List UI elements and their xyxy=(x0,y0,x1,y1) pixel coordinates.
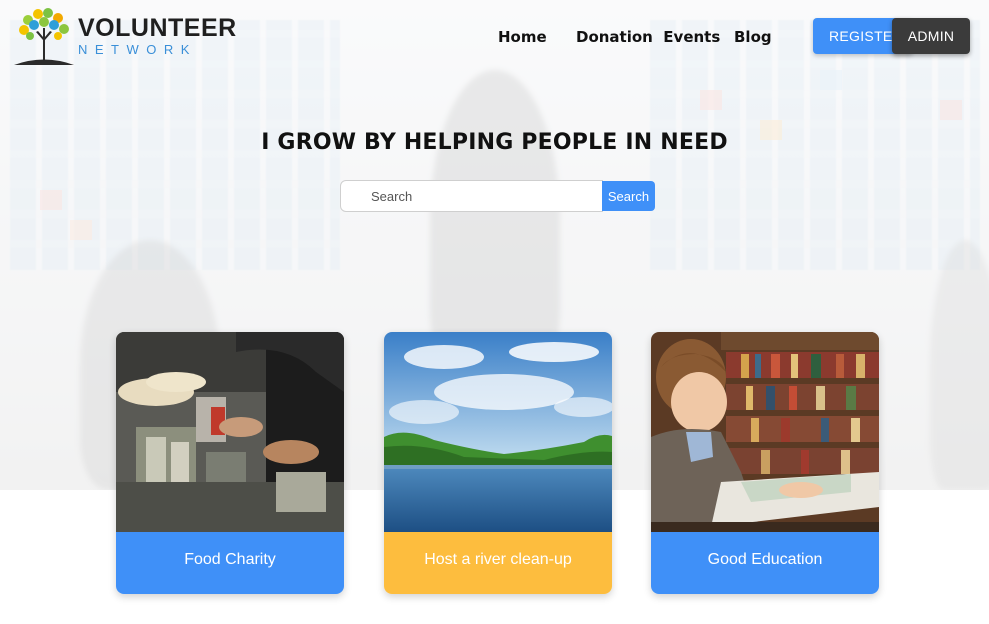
search-button[interactable]: Search xyxy=(602,181,655,211)
card-title: Food Charity xyxy=(116,532,344,594)
card-title: Good Education xyxy=(651,532,879,594)
card-food-charity[interactable]: Food Charity xyxy=(116,332,344,594)
tree-icon xyxy=(14,8,74,65)
brand-logo[interactable]: VOLUNTEER NETWORK xyxy=(14,6,236,66)
brand-tagline: NETWORK xyxy=(78,42,197,57)
boy-reading-image xyxy=(651,332,879,532)
nav-donation-events-link[interactable]: Donation Events xyxy=(576,28,720,46)
nav-home-link[interactable]: Home xyxy=(498,28,547,46)
brand-name: VOLUNTEER xyxy=(78,14,237,42)
food-charity-image xyxy=(116,332,344,532)
search-bar: Search xyxy=(340,180,655,212)
hero-headline: I GROW BY HELPING PEOPLE IN NEED xyxy=(261,130,728,155)
card-title: Host a river clean-up xyxy=(384,532,612,594)
nav-blog-link[interactable]: Blog xyxy=(734,28,772,46)
admin-button[interactable]: ADMIN xyxy=(892,18,970,54)
search-input[interactable] xyxy=(340,180,603,212)
river-image xyxy=(384,332,612,532)
card-river-clean-up[interactable]: Host a river clean-up xyxy=(384,332,612,594)
card-good-education[interactable]: Good Education xyxy=(651,332,879,594)
